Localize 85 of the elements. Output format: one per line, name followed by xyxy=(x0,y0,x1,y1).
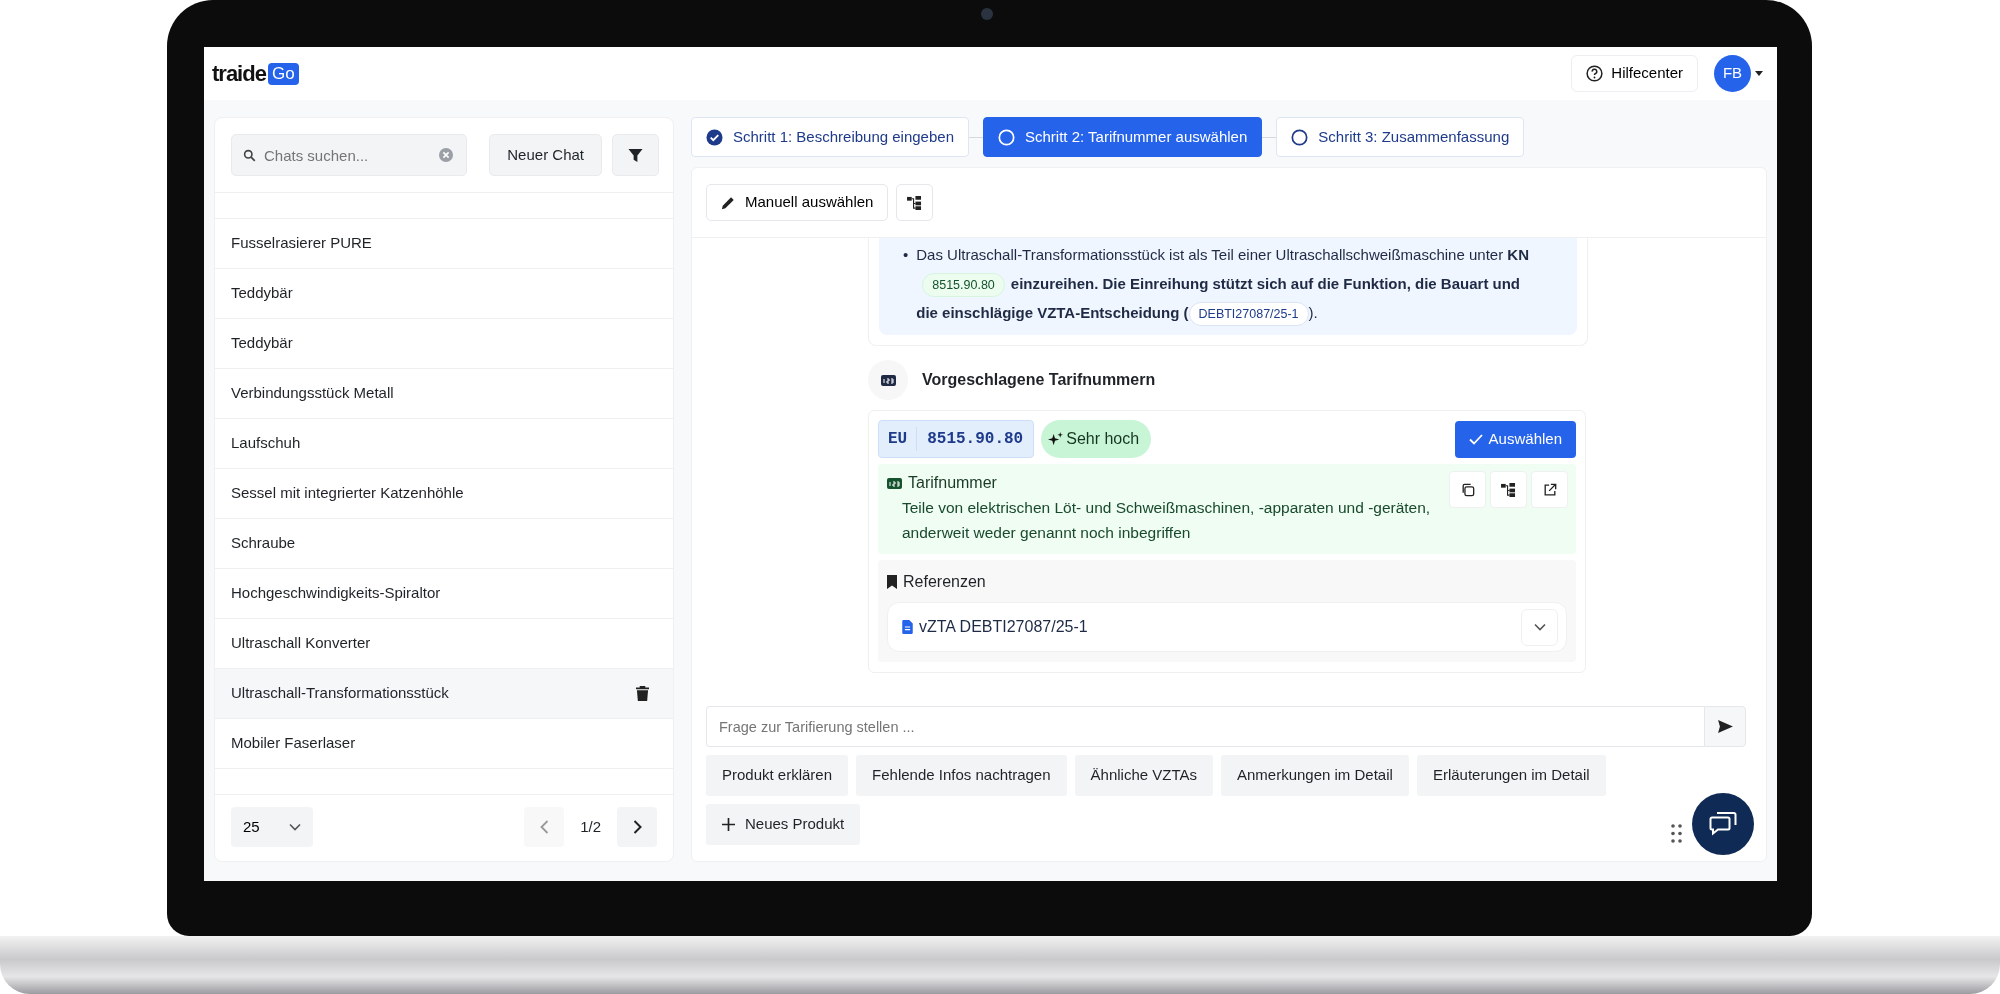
number-icon xyxy=(880,374,896,386)
tariff-code-badge: EU 8515.90.80 xyxy=(878,420,1035,458)
tree-icon xyxy=(1501,482,1516,497)
copy-icon xyxy=(1460,482,1475,497)
chat-list-item[interactable]: Teddybär xyxy=(215,319,673,369)
chat-list-item[interactable]: Verbindungsstück Metall xyxy=(215,369,673,419)
chat-list-item[interactable]: Fusselrasierer PURE xyxy=(215,219,673,269)
chat-title: Verbindungsstück Metall xyxy=(231,383,394,404)
open-external-button[interactable] xyxy=(1531,471,1568,508)
chat-title: Mobiler Faserlaser xyxy=(231,733,356,754)
message-text: Das Ultraschall-Transformationsstück ist als Teil einer Ultraschallschweißmaschine unter KN 8515.90.80 einzureihen. Die Einreihung stützt sich auf die Funktion, die Bauart und die einschlägige VZTA-Entscheidung ( DEBTI27087/25-1 ). xyxy=(916,240,1537,327)
references-label: Referenzen xyxy=(903,572,986,592)
tree-view-button[interactable] xyxy=(1490,471,1527,508)
chat-title: Ultraschall-Transformationsstück xyxy=(231,683,449,704)
pencil-icon xyxy=(721,195,735,210)
search-icon xyxy=(243,149,256,162)
circle-icon xyxy=(1291,128,1309,146)
document-icon xyxy=(902,620,913,634)
camera-icon xyxy=(981,8,993,20)
reference-title: vZTA DEBTI27087/25-1 xyxy=(919,617,1088,637)
description-label: Tarifnummer xyxy=(908,473,997,493)
chat-title: Fusselrasierer PURE xyxy=(231,233,372,254)
list-bullet: • xyxy=(903,245,909,265)
select-button[interactable]: Auswählen xyxy=(1454,420,1576,458)
sparkle-icon xyxy=(1048,431,1064,447)
quick-action-button[interactable]: Erläuterungen im Detail xyxy=(1416,755,1606,796)
bookmark-icon xyxy=(887,575,897,589)
chat-list-item[interactable]: Hochgeschwindigkeits-Spiraltor xyxy=(215,569,673,619)
trash-icon xyxy=(636,686,649,701)
chevron-down-icon xyxy=(289,823,301,831)
chat-list-item[interactable]: Mobiler Faserlaser xyxy=(215,719,673,769)
new-product-button[interactable]: Neues Produkt xyxy=(706,804,861,845)
chat-title: Ultraschall Konverter xyxy=(231,633,371,654)
chat-title: Schraube xyxy=(231,533,296,554)
logo-text: traide xyxy=(212,60,266,88)
chat-title: Hochgeschwindigkeits-Spiraltor xyxy=(231,583,441,604)
page-size-select[interactable]: 25 xyxy=(231,807,313,847)
chat-list-item[interactable]: Ultraschall-Transformationsstück xyxy=(215,669,673,719)
page-indicator: 1/2 xyxy=(580,816,601,837)
chat-title: Laufschuh xyxy=(231,433,301,454)
confidence-badge: Sehr hoch xyxy=(1041,420,1152,458)
chat-list-item[interactable]: Schraube xyxy=(215,519,673,569)
help-center-button[interactable]: Hilfecenter xyxy=(1571,55,1698,92)
step-tab[interactable]: Schritt 1: Beschreibung eingeben xyxy=(691,117,969,157)
chat-title: Sessel mit integrierter Katzenhöhle xyxy=(231,483,464,504)
filter-icon xyxy=(628,147,643,163)
help-icon xyxy=(1586,65,1604,82)
chevron-icon xyxy=(1533,623,1546,631)
circle-icon xyxy=(998,128,1015,146)
copy-button[interactable] xyxy=(1449,471,1486,508)
check-icon xyxy=(1468,433,1483,445)
step-tab[interactable]: Schritt 3: Zusammenfassung xyxy=(1276,117,1525,157)
external-link-icon xyxy=(1542,482,1557,497)
tree-view-button[interactable] xyxy=(896,184,934,221)
clear-icon xyxy=(439,148,453,162)
new-chat-button[interactable]: Neuer Chat xyxy=(489,134,602,176)
section-title: Vorgeschlagene Tarifnummern xyxy=(922,370,1156,390)
number-icon xyxy=(887,477,902,489)
chat-list-item[interactable]: Teddybär xyxy=(215,269,673,319)
chat-title: Teddybär xyxy=(231,283,293,304)
question-field[interactable]: Frage zur Tarifierung stellen ... xyxy=(706,706,1704,747)
chat-title: Teddybär xyxy=(231,333,293,354)
send-icon xyxy=(1717,720,1733,733)
step-tab[interactable]: Schritt 2: Tarifnummer auswählen xyxy=(983,117,1263,157)
quick-action-button[interactable]: Ähnliche VZTAs xyxy=(1074,755,1213,796)
check-circle-icon xyxy=(706,128,723,146)
chat-list-item[interactable]: Laufschuh xyxy=(215,419,673,469)
chevron-right-icon xyxy=(632,820,642,834)
chat-list-item[interactable]: Sessel mit integrierter Katzenhöhle xyxy=(215,469,673,519)
caret-icon xyxy=(1755,71,1763,76)
send-button[interactable] xyxy=(1704,706,1746,747)
chat-icon xyxy=(1709,811,1737,837)
user-avatar[interactable]: FB xyxy=(1714,55,1751,92)
logo-badge: Go xyxy=(267,62,299,85)
tree-icon xyxy=(907,195,923,210)
quick-action-button[interactable]: Anmerkungen im Detail xyxy=(1220,755,1409,796)
chevron-left-icon xyxy=(539,820,549,834)
plus-icon xyxy=(722,818,735,831)
drag-handle-icon[interactable] xyxy=(1671,824,1682,843)
description-text: Teile von elektrischen Löt- und Schweißmaschinen, -apparaten und -geräten, anderweit weder genannt noch inbegriffen xyxy=(901,498,1432,543)
quick-action-button[interactable]: Fehlende Infos nachtragen xyxy=(856,755,1067,796)
filter-button[interactable] xyxy=(612,134,659,176)
search-field[interactable]: Chats suchen... xyxy=(231,134,467,176)
quick-action-button[interactable]: Produkt erklären xyxy=(706,755,849,796)
manual-select-button[interactable]: Manuell auswählen xyxy=(706,184,889,221)
